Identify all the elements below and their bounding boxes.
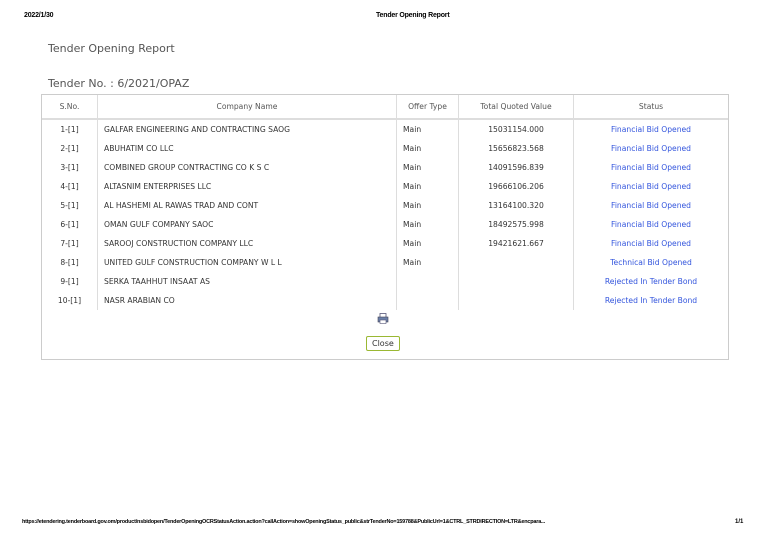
table-row: 7-[1] SAROOJ CONSTRUCTION COMPANY LLC Main… <box>42 234 728 253</box>
cell-status[interactable]: Rejected In Tender Bond <box>573 291 728 310</box>
cell-company: ABUHATIM CO LLC <box>97 139 397 158</box>
page: 2022/1/30 Tender Opening Report Tender O… <box>0 0 768 543</box>
cell-sno: 6-[1] <box>60 220 79 229</box>
col-offer-type: Offer Type <box>396 95 459 120</box>
cell-total-value: 19666106.206 <box>458 177 574 196</box>
cell-total-value: 18492575.998 <box>458 215 574 234</box>
print-icon[interactable] <box>377 313 389 324</box>
results-table: S.No. Company Name Offer Type Total Quot… <box>42 95 728 310</box>
cell-company: COMBINED GROUP CONTRACTING CO K S C <box>97 158 397 177</box>
table-row: 10-[1] NASR ARABIAN CO Rejected In Tender … <box>42 291 728 310</box>
cell-sno: 10-[1] <box>57 296 82 305</box>
cell-total-value: 15031154.000 <box>458 119 574 139</box>
table-row: 1-[1] GALFAR ENGINEERING AND CONTRACTING … <box>42 119 728 139</box>
tender-number: Tender No. : 6/2021/OPAZ <box>48 77 190 90</box>
cell-status[interactable]: Financial Bid Opened <box>573 196 728 215</box>
cell-offer-type: Main <box>396 196 459 215</box>
cell-company: OMAN GULF COMPANY SAOC <box>97 215 397 234</box>
print-title: Tender Opening Report <box>376 12 450 19</box>
cell-status[interactable]: Financial Bid Opened <box>573 177 728 196</box>
cell-offer-type: Main <box>396 119 459 139</box>
cell-offer-type: Main <box>396 253 459 272</box>
cell-total-value <box>458 272 574 291</box>
cell-offer-type: Main <box>396 215 459 234</box>
table-row: 4-[1] ALTASNIM ENTERPRISES LLC Main 1966610… <box>42 177 728 196</box>
cell-company: GALFAR ENGINEERING AND CONTRACTING SAOG <box>97 119 397 139</box>
cell-total-value: 14091596.839 <box>458 158 574 177</box>
cell-sno: 7-[1] <box>60 239 79 248</box>
table-row: 9-[1] SERKA TAAHHUT INSAAT AS Rejected In … <box>42 272 728 291</box>
cell-sno: 4-[1] <box>60 182 79 191</box>
cell-status[interactable]: Rejected In Tender Bond <box>573 272 728 291</box>
cell-company: ALTASNIM ENTERPRISES LLC <box>97 177 397 196</box>
cell-status[interactable]: Financial Bid Opened <box>573 234 728 253</box>
table-row: 6-[1] OMAN GULF COMPANY SAOC Main 18492575.… <box>42 215 728 234</box>
cell-total-value: 13164100.320 <box>458 196 574 215</box>
table-row: 3-[1] COMBINED GROUP CONTRACTING CO K S C… <box>42 158 728 177</box>
cell-sno: 8-[1] <box>60 258 79 267</box>
cell-company: SAROOJ CONSTRUCTION COMPANY LLC <box>97 234 397 253</box>
cell-sno: 9-[1] <box>60 277 79 286</box>
cell-offer-type: Main <box>396 177 459 196</box>
col-total-value: Total Quoted Value <box>458 95 574 120</box>
table-row: 5-[1] AL HASHEMI AL RAWAS TRAD AND CONT Ma… <box>42 196 728 215</box>
cell-sno: 1-[1] <box>60 125 79 134</box>
col-sno: S.No. <box>42 95 98 120</box>
col-company: Company Name <box>97 95 397 120</box>
cell-status[interactable]: Financial Bid Opened <box>573 158 728 177</box>
print-date: 2022/1/30 <box>24 12 54 19</box>
cell-status[interactable]: Financial Bid Opened <box>573 119 728 139</box>
cell-sno: 5-[1] <box>60 201 79 210</box>
cell-status[interactable]: Technical Bid Opened <box>573 253 728 272</box>
cell-company: AL HASHEMI AL RAWAS TRAD AND CONT <box>97 196 397 215</box>
report-title: Tender Opening Report <box>48 42 175 55</box>
cell-status[interactable]: Financial Bid Opened <box>573 215 728 234</box>
cell-total-value: 15656823.568 <box>458 139 574 158</box>
page-url: https://etendering.tenderboard.gov.om/pr… <box>22 519 546 525</box>
cell-sno: 2-[1] <box>60 144 79 153</box>
cell-offer-type: Main <box>396 139 459 158</box>
cell-company: UNITED GULF CONSTRUCTION COMPANY W L L <box>97 253 397 272</box>
table-row: 8-[1] UNITED GULF CONSTRUCTION COMPANY W … <box>42 253 728 272</box>
cell-total-value: 19421621.667 <box>458 234 574 253</box>
close-button[interactable]: Close <box>366 336 400 351</box>
cell-status[interactable]: Financial Bid Opened <box>573 139 728 158</box>
cell-total-value <box>458 253 574 272</box>
cell-sno: 3-[1] <box>60 163 79 172</box>
cell-company: SERKA TAAHHUT INSAAT AS <box>97 272 397 291</box>
table-row: 2-[1] ABUHATIM CO LLC Main 15656823.568 Fina… <box>42 139 728 158</box>
col-status: Status <box>573 95 728 120</box>
cell-company: NASR ARABIAN CO <box>97 291 397 310</box>
cell-total-value <box>458 291 574 310</box>
cell-offer-type: Main <box>396 234 459 253</box>
cell-offer-type <box>396 291 459 310</box>
cell-offer-type: Main <box>396 158 459 177</box>
page-number: 1/1 <box>735 519 744 525</box>
cell-offer-type <box>396 272 459 291</box>
